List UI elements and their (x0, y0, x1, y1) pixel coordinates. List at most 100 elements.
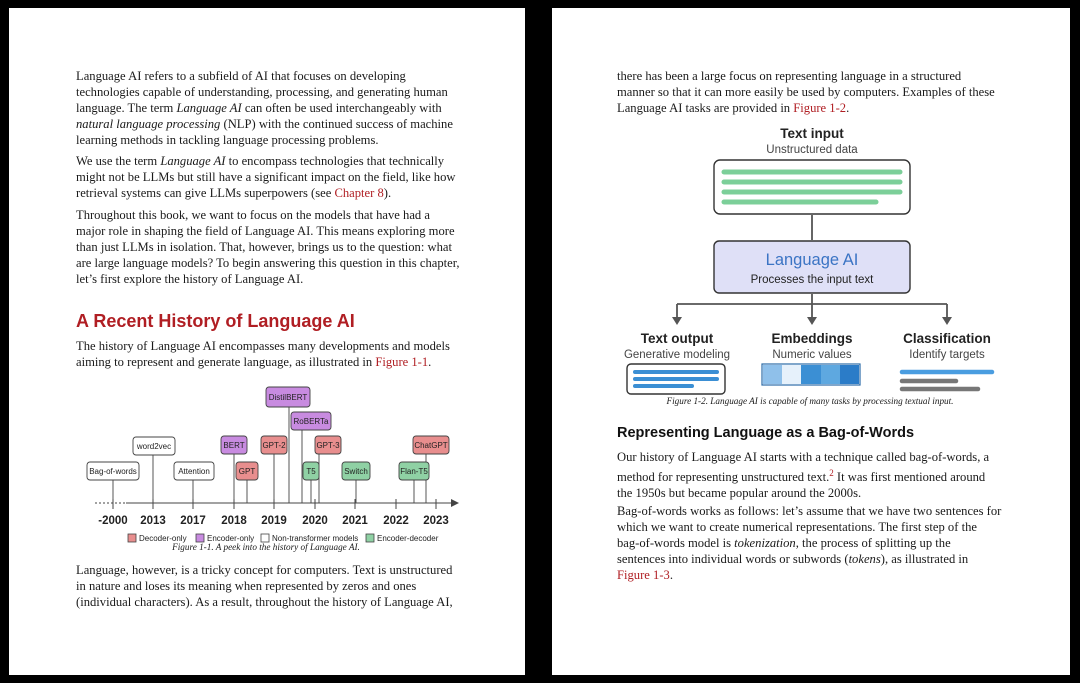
left-page: Language AI refers to a subfield of AI t… (9, 8, 525, 675)
model-word2vec: word2vec (132, 436, 176, 456)
bag-of-words-heading: Representing Language as a Bag-of-Words (617, 425, 915, 441)
model-gpt-3: GPT-3 (314, 435, 342, 455)
figure-1-1-link[interactable]: Figure 1-1 (375, 355, 428, 369)
text-line: bag-of-words model is (617, 535, 735, 550)
svg-text:Attention: Attention (178, 467, 210, 476)
legend-swatch-decoder (127, 533, 137, 543)
timeline-figure: -2000 2013 2017 2018 2019 2020 2021 2022… (86, 386, 459, 543)
term-italic: tokenization (734, 535, 796, 550)
tricky-concept-paragraph: Language, however, is a tricky concept f… (76, 563, 516, 611)
structured-paragraph: there has been a large focus on represen… (617, 69, 1057, 117)
model-gpt: GPT (235, 461, 259, 481)
text-input-subtitle: Unstructured data (766, 144, 858, 156)
language-ai-title: Language AI (766, 251, 859, 269)
arrow-down-icon (942, 317, 952, 325)
svg-text:GPT: GPT (239, 467, 256, 476)
text-line: aiming to represent and generate languag… (76, 354, 376, 369)
model-attention: Attention (173, 461, 215, 481)
embeddings-vector (761, 363, 861, 386)
text-line: are large language models? To begin answ… (76, 255, 460, 270)
svg-text:BERT: BERT (223, 441, 244, 450)
text-line: which we want to create numerical repres… (617, 519, 977, 534)
svg-text:ChatGPT: ChatGPT (414, 441, 447, 450)
model-chatgpt: ChatGPT (412, 435, 450, 455)
text-line: technologies capable of understanding, p… (76, 84, 448, 99)
svg-text:DistilBERT: DistilBERT (269, 393, 308, 402)
model-flan-t5: Flan-T5 (398, 461, 430, 481)
text-line: Bag-of-words works as follows: let’s ass… (617, 504, 1002, 518)
svg-text:Flan-T5: Flan-T5 (400, 467, 428, 476)
year-label: 2017 (180, 515, 206, 527)
term-italic: tokens (848, 551, 881, 566)
model-t5: T5 (302, 461, 320, 481)
text-line: there has been a large focus on represen… (617, 69, 962, 83)
year-label: -2000 (98, 515, 127, 527)
model-roberta: RoBERTa (290, 411, 332, 431)
bag-of-words-paragraph: Our history of Language AI starts with a… (617, 450, 1057, 502)
text-line: ). (383, 185, 392, 200)
model-switch: Switch (341, 461, 371, 481)
text-line: sentences into individual words or subwo… (617, 551, 849, 566)
text-line: can often be used interchangeably with (241, 100, 442, 115)
history-paragraph: The history of Language AI encompasses m… (76, 339, 516, 371)
language-ai-diagram: Text input Unstructured data Language AI… (624, 126, 995, 395)
svg-text:Switch: Switch (344, 467, 368, 476)
arrow-down-icon (672, 317, 682, 325)
text-line: (NLP) with the continued success of mach… (220, 116, 453, 131)
text-line: We use the term (76, 154, 161, 168)
embeddings-title: Embeddings (771, 331, 852, 346)
text-output-subtitle: Generative modeling (624, 349, 730, 361)
svg-text:GPT-2: GPT-2 (262, 441, 286, 450)
svg-text:word2vec: word2vec (136, 442, 171, 451)
focus-paragraph: Throughout this book, we want to focus o… (76, 208, 516, 288)
year-ticks (112, 499, 437, 509)
text-line: manner so that it can more easily be use… (617, 84, 995, 99)
language-ai-box: Language AI Processes the input text (713, 240, 911, 294)
embeddings-subtitle: Numeric values (772, 349, 851, 361)
svg-text:Bag-of-words: Bag-of-words (89, 467, 137, 476)
section-heading: A Recent History of Language AI (76, 311, 355, 331)
year-label: 2013 (140, 515, 166, 527)
text-line: let’s first explore the history of Langu… (76, 271, 304, 286)
text-line: . (846, 100, 850, 115)
year-label: 2023 (423, 515, 449, 527)
text-input-box (713, 159, 911, 215)
language-ai-subtitle: Processes the input text (751, 274, 875, 286)
legend-swatch-non-transformer (260, 533, 270, 543)
figure-1-2-caption: Figure 1-2. Language AI is capable of ma… (666, 396, 954, 406)
classification-bars (899, 369, 995, 392)
text-line: Language, however, is a tricky concept f… (76, 563, 453, 577)
legend-swatch-encoder-decoder (365, 533, 375, 543)
text-line: , the process of splitting up the (795, 535, 951, 550)
model-gpt-2: GPT-2 (260, 435, 288, 455)
model-bag-of-words: Bag-of-words (86, 461, 140, 481)
text-line: in nature and loses its meaning when rep… (76, 578, 417, 593)
text-output-box (626, 363, 726, 395)
year-label: 2019 (261, 515, 287, 527)
arrow-down-icon (807, 317, 817, 325)
text-output-title: Text output (641, 331, 714, 346)
figure-1-2-link[interactable]: Figure 1-2 (793, 101, 846, 115)
model-bert: BERT (220, 435, 248, 455)
text-line: the 1950s but became popular around the … (617, 486, 862, 500)
intro-paragraph: Language AI refers to a subfield of AI t… (76, 69, 516, 149)
svg-text:GPT-3: GPT-3 (316, 441, 340, 450)
text-input-title: Text input (780, 126, 844, 141)
svg-text:RoBERTa: RoBERTa (294, 417, 330, 426)
term-italic: Language AI (176, 100, 242, 115)
text-line: Language AI tasks are provided in (617, 100, 794, 115)
term-italic: natural language processing (76, 116, 221, 131)
year-label: 2022 (383, 515, 409, 527)
text-line: Throughout this book, we want to focus o… (76, 208, 430, 222)
text-line: than just LLMs in isolation. That, howev… (76, 239, 452, 254)
text-line: Language AI refers to a subfield of AI t… (76, 69, 406, 83)
right-page: there has been a large focus on represen… (552, 8, 1070, 675)
text-line: It was first mentioned around (833, 470, 986, 485)
model-distilbert: DistilBERT (265, 386, 311, 408)
tokenization-paragraph: Bag-of-words works as follows: let’s ass… (617, 504, 1057, 584)
chapter-8-link[interactable]: Chapter 8 (334, 186, 383, 200)
term-italic: Language AI (160, 154, 226, 168)
year-label: 2018 (221, 515, 247, 527)
text-line: to encompass technologies that technical… (225, 154, 445, 168)
figure-1-3-link[interactable]: Figure 1-3 (617, 568, 670, 582)
